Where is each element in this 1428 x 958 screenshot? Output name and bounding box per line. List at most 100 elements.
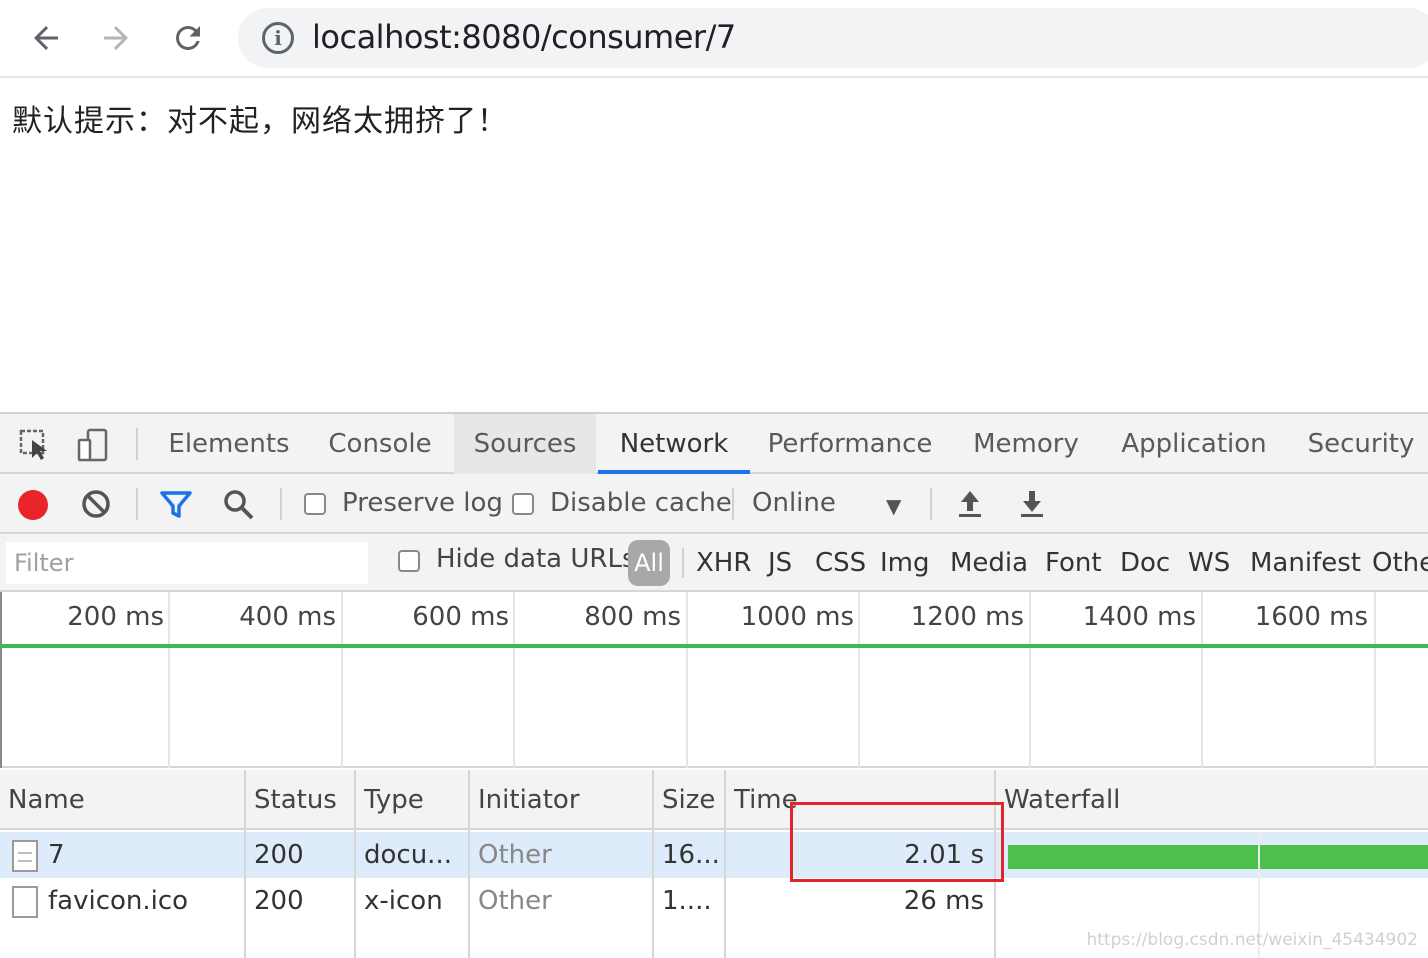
url-text[interactable]: localhost:8080/consumer/7 xyxy=(312,18,736,56)
info-icon[interactable]: i xyxy=(262,22,294,54)
arrow-right-icon xyxy=(104,26,128,50)
document-icon xyxy=(12,840,38,872)
column-separator[interactable] xyxy=(652,770,654,958)
forward-button[interactable] xyxy=(94,14,138,62)
toolbar-separator xyxy=(930,488,932,520)
filter-icon[interactable] xyxy=(158,486,194,522)
clear-icon[interactable] xyxy=(78,486,114,522)
header-name[interactable]: Name xyxy=(0,770,244,830)
header-status[interactable]: Status xyxy=(246,770,354,830)
annotation-highlight-box xyxy=(790,802,1004,882)
filter-font[interactable]: Font xyxy=(1045,534,1102,592)
row-name[interactable]: favicon.ico xyxy=(40,878,240,924)
filter-xhr[interactable]: XHR xyxy=(696,534,751,592)
toolbar-separator xyxy=(136,488,138,520)
filter-doc[interactable]: Doc xyxy=(1120,534,1170,592)
back-button[interactable] xyxy=(24,14,68,62)
column-separator[interactable] xyxy=(724,770,726,958)
timeline-start-marker xyxy=(0,592,2,768)
file-icon xyxy=(12,886,38,918)
tick-label: 800 ms xyxy=(584,602,681,632)
preserve-log-checkbox[interactable] xyxy=(304,493,326,515)
dropdown-arrow-icon[interactable]: ▼ xyxy=(886,494,901,518)
tab-network[interactable]: Network xyxy=(598,414,750,474)
filter-img[interactable]: Img xyxy=(880,534,930,592)
filter-all-button[interactable]: All xyxy=(628,540,670,586)
header-waterfall[interactable]: Waterfall xyxy=(996,770,1428,830)
tab-security[interactable]: Security xyxy=(1294,414,1428,474)
inspect-element-icon[interactable] xyxy=(18,428,52,462)
table-row[interactable]: 7 200 docu... Other 16... 2.01 s xyxy=(0,832,1428,878)
arrow-left-icon xyxy=(34,26,58,50)
devtools-panel: Elements Console Sources Network Perform… xyxy=(0,412,1428,958)
hide-data-urls-label[interactable]: Hide data URLs xyxy=(436,544,636,574)
row-initiator: Other xyxy=(478,840,552,870)
tick-label: 1400 ms xyxy=(1082,602,1196,632)
device-toolbar-icon[interactable] xyxy=(76,428,110,462)
timeline-overview[interactable]: 200 ms 400 ms 600 ms 800 ms 1000 ms 1200… xyxy=(0,592,1428,768)
reload-button[interactable] xyxy=(166,14,210,62)
waterfall-bar xyxy=(1008,845,1428,869)
toolbar-separator xyxy=(280,488,282,520)
search-icon[interactable] xyxy=(220,486,256,522)
tab-performance[interactable]: Performance xyxy=(760,414,940,474)
preserve-log-label[interactable]: Preserve log xyxy=(342,488,503,518)
devtools-tabbar: Elements Console Sources Network Perform… xyxy=(0,414,1428,474)
grid-line xyxy=(168,592,170,768)
header-type[interactable]: Type xyxy=(356,770,468,830)
import-har-icon[interactable] xyxy=(952,486,988,522)
tab-memory[interactable]: Memory xyxy=(960,414,1092,474)
grid-line xyxy=(858,592,860,768)
header-initiator[interactable]: Initiator xyxy=(470,770,652,830)
grid-line xyxy=(341,592,343,768)
tick-label: 1600 ms xyxy=(1254,602,1368,632)
address-bar[interactable]: i localhost:8080/consumer/7 xyxy=(238,8,1428,68)
tick-label: 1000 ms xyxy=(740,602,854,632)
filter-media[interactable]: Media xyxy=(950,534,1028,592)
row-status: 200 xyxy=(254,886,304,916)
disable-cache-label[interactable]: Disable cache xyxy=(550,488,732,518)
filter-bar: Hide data URLs All XHR JS CSS Img Media … xyxy=(0,534,1428,592)
tabbar-separator xyxy=(136,428,138,460)
column-separator[interactable] xyxy=(468,770,470,958)
toolbar-separator xyxy=(732,488,734,520)
row-name[interactable]: 7 xyxy=(40,832,240,878)
tab-elements[interactable]: Elements xyxy=(158,414,300,474)
filter-css[interactable]: CSS xyxy=(815,534,866,592)
record-button[interactable] xyxy=(18,490,48,520)
hide-data-urls-checkbox[interactable] xyxy=(398,550,420,572)
tick-label: 400 ms xyxy=(239,602,336,632)
page-message: 默认提示：对不起，网络太拥挤了！ xyxy=(12,104,508,139)
grid-line xyxy=(513,592,515,768)
filter-manifest[interactable]: Manifest xyxy=(1250,534,1361,592)
row-time: 26 ms xyxy=(903,886,984,916)
row-type: docu... xyxy=(364,840,452,870)
filter-other[interactable]: Othe xyxy=(1372,534,1428,592)
watermark: https://blog.csdn.net/weixin_45434902 xyxy=(1086,930,1418,950)
tab-sources[interactable]: Sources xyxy=(454,414,596,474)
row-type: x-icon xyxy=(364,886,443,916)
filter-input[interactable] xyxy=(6,542,368,584)
grid-line xyxy=(686,592,688,768)
row-status: 200 xyxy=(254,840,304,870)
export-har-icon[interactable] xyxy=(1014,486,1050,522)
grid-line xyxy=(1201,592,1203,768)
row-size: 16... xyxy=(662,840,720,870)
network-toolbar: Preserve log Disable cache Online ▼ xyxy=(0,474,1428,534)
tab-application[interactable]: Application xyxy=(1112,414,1276,474)
grid-line xyxy=(1029,592,1031,768)
overview-request-bar xyxy=(0,644,1428,648)
grid-line xyxy=(1374,592,1376,768)
filter-ws[interactable]: WS xyxy=(1188,534,1230,592)
tab-console[interactable]: Console xyxy=(312,414,448,474)
table-row[interactable]: favicon.ico 200 x-icon Other 1.... 26 ms xyxy=(0,878,1428,924)
tick-label: 1200 ms xyxy=(910,602,1024,632)
header-size[interactable]: Size xyxy=(654,770,724,830)
throttling-select[interactable]: Online xyxy=(752,488,836,518)
disable-cache-checkbox[interactable] xyxy=(512,493,534,515)
row-initiator: Other xyxy=(478,886,552,916)
filter-js[interactable]: JS xyxy=(768,534,792,592)
column-separator[interactable] xyxy=(354,770,356,958)
reload-icon xyxy=(176,25,200,50)
column-separator[interactable] xyxy=(244,770,246,958)
